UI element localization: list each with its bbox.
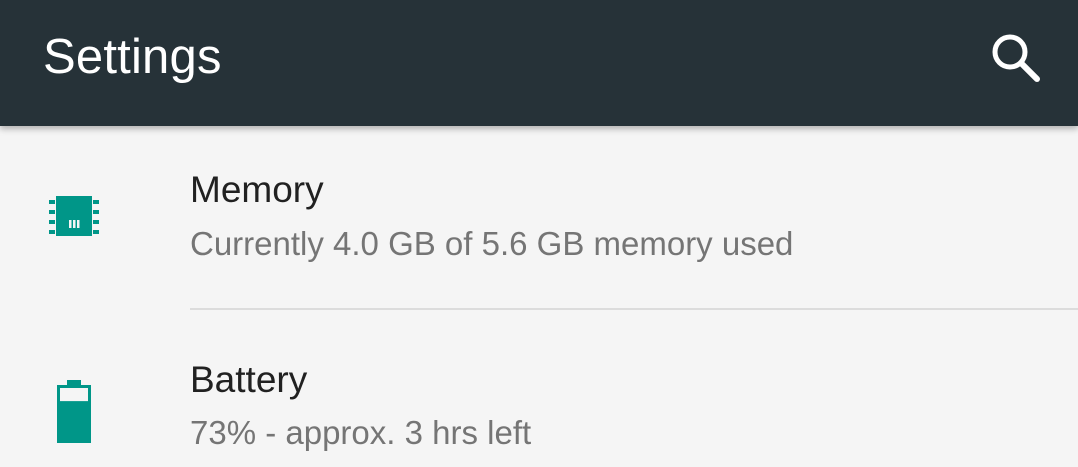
search-icon bbox=[992, 34, 1040, 82]
memory-chip-icon bbox=[49, 196, 99, 236]
settings-item-summary: Currently 4.0 GB of 5.6 GB memory used bbox=[190, 225, 794, 262]
settings-screen: Settings Memory Currently 4.0 GB of 5.6 … bbox=[0, 0, 1078, 467]
settings-item-summary: 73% - approx. 3 hrs left bbox=[190, 414, 532, 451]
search-button[interactable] bbox=[980, 22, 1052, 94]
battery-icon bbox=[57, 380, 91, 443]
settings-item-title: Battery bbox=[190, 359, 308, 400]
settings-item-battery[interactable]: Battery 73% - approx. 3 hrs left bbox=[0, 309, 1078, 467]
settings-list: Memory Currently 4.0 GB of 5.6 GB memory… bbox=[0, 126, 1078, 467]
settings-item-memory[interactable]: Memory Currently 4.0 GB of 5.6 GB memory… bbox=[0, 126, 1078, 308]
page-title: Settings bbox=[43, 30, 222, 84]
settings-item-title: Memory bbox=[190, 169, 324, 210]
app-toolbar: Settings bbox=[0, 0, 1078, 126]
battery-level-fill bbox=[58, 401, 90, 442]
